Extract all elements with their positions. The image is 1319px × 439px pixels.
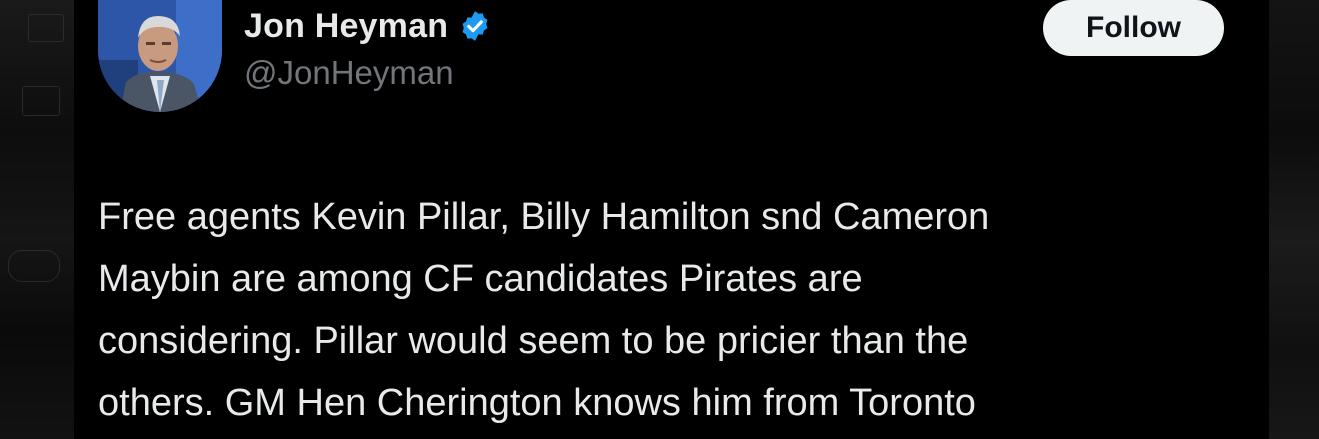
tweet-text: Free agents Kevin Pillar, Billy Hamilton… — [98, 196, 990, 424]
tweet-card: Jon Heyman @JonHeyman Follow Free agents… — [74, 0, 1269, 439]
author-display-name[interactable]: Jon Heyman — [244, 7, 448, 46]
screenshot-frame: Jon Heyman @JonHeyman Follow Free agents… — [0, 0, 1319, 439]
verified-badge-icon — [458, 9, 492, 43]
follow-button[interactable]: Follow — [1043, 0, 1224, 56]
background-edge-right — [1269, 0, 1319, 439]
author-name-row: Jon Heyman — [244, 4, 492, 48]
avatar-photo — [98, 0, 222, 112]
avatar[interactable] — [98, 0, 222, 112]
author-handle[interactable]: @JonHeyman — [244, 54, 454, 92]
background-edge-left — [0, 0, 74, 439]
